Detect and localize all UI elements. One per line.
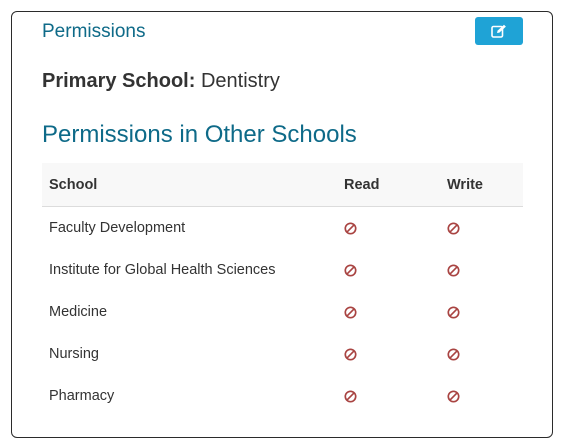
not-allowed-icon — [344, 390, 357, 403]
school-name: Nursing — [49, 346, 99, 362]
read-permission-cell — [337, 207, 440, 250]
table-body: Faculty Development Institute for Global … — [42, 207, 523, 418]
table-header-row: School Read Write — [42, 163, 523, 207]
school-name: Pharmacy — [49, 388, 115, 404]
not-allowed-icon — [344, 222, 357, 235]
other-schools-table-wrap: School Read Write Faculty Development Ins… — [42, 163, 523, 417]
write-permission-cell — [440, 291, 523, 333]
panel-title: Permissions — [42, 21, 146, 42]
not-allowed-icon — [447, 222, 460, 235]
write-permission-cell — [440, 333, 523, 375]
primary-school: Primary School: Dentistry — [42, 70, 280, 93]
write-permission-cell — [440, 375, 523, 417]
school-name: Medicine — [49, 304, 108, 320]
table-row: Pharmacy — [42, 375, 523, 417]
read-permission-cell — [337, 249, 440, 291]
not-allowed-icon — [344, 348, 357, 361]
column-header-write: Write — [440, 163, 523, 207]
not-allowed-icon — [447, 306, 460, 319]
read-permission-cell — [337, 375, 440, 417]
write-permission-cell — [440, 207, 523, 250]
not-allowed-icon — [447, 264, 460, 277]
table-row: Institute for Global Health Sciences — [42, 249, 523, 291]
table-row: Nursing — [42, 333, 523, 375]
not-allowed-icon — [344, 306, 357, 319]
primary-school-label: Primary School: — [42, 70, 196, 92]
table-row: Faculty Development — [42, 207, 523, 250]
not-allowed-icon — [447, 348, 460, 361]
primary-school-value: Dentistry — [200, 70, 280, 92]
other-schools-title: Permissions in Other Schools — [42, 121, 357, 148]
table-row: Medicine — [42, 291, 523, 333]
read-permission-cell — [337, 291, 440, 333]
column-header-read: Read — [337, 163, 440, 207]
edit-icon — [491, 24, 506, 38]
school-name: Institute for Global Health Sciences — [49, 262, 276, 278]
permissions-panel: Permissions Primary School: Dentistry Pe… — [11, 11, 553, 438]
not-allowed-icon — [447, 390, 460, 403]
column-header-school: School — [42, 163, 337, 207]
edit-permissions-button[interactable] — [475, 17, 523, 45]
read-permission-cell — [337, 333, 440, 375]
not-allowed-icon — [344, 264, 357, 277]
school-name: Faculty Development — [49, 220, 186, 236]
write-permission-cell — [440, 249, 523, 291]
other-schools-table: School Read Write Faculty Development Ins… — [42, 163, 523, 417]
